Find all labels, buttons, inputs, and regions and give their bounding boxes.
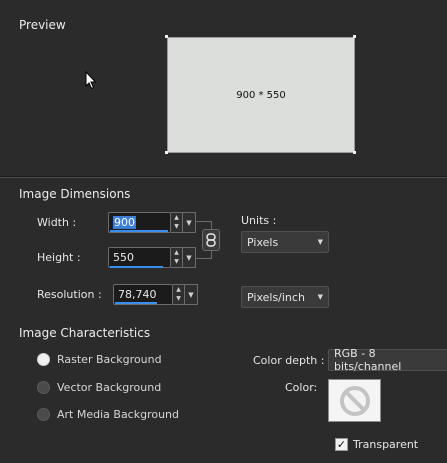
resolution-label: Resolution : — [37, 288, 102, 301]
spin-down-icon[interactable]: ▼ — [176, 296, 181, 302]
transparent-label: Transparent — [353, 438, 419, 451]
height-spinner[interactable]: ▲ ▼ — [171, 247, 183, 268]
spin-up-icon[interactable]: ▲ — [174, 214, 179, 221]
art-media-background-option[interactable]: Art Media Background — [37, 408, 179, 421]
section-divider — [0, 177, 447, 178]
width-label: Width : — [37, 216, 77, 229]
color-depth-label: Color depth : — [253, 354, 325, 367]
width-value: 900 — [113, 216, 136, 229]
preview-title: Preview — [19, 18, 66, 32]
preview-canvas: 900 * 550 — [167, 37, 355, 153]
no-color-icon — [339, 385, 370, 416]
units-label: Units : — [241, 214, 277, 227]
preview-size-text: 900 * 550 — [236, 89, 286, 101]
resolution-units-select[interactable]: Pixels/inch ▼ — [241, 286, 329, 308]
spin-down-icon[interactable]: ▼ — [174, 224, 179, 230]
art-media-background-label: Art Media Background — [57, 408, 180, 421]
chevron-down-icon: ▼ — [317, 238, 323, 246]
resolution-spinner[interactable]: ▲ ▼ — [173, 284, 185, 305]
spin-up-icon[interactable]: ▲ — [176, 286, 181, 293]
mouse-cursor-icon — [85, 71, 97, 90]
preview-corner-handle — [353, 151, 356, 154]
height-label: Height : — [37, 251, 81, 264]
checkmark-icon: ✓ — [336, 438, 347, 451]
raster-background-radio[interactable] — [37, 353, 50, 366]
height-input[interactable]: 550 — [108, 247, 171, 268]
characteristics-title: Image Characteristics — [19, 326, 151, 340]
link-chain-icon — [206, 233, 216, 247]
width-spinner[interactable]: ▲ ▼ — [171, 212, 183, 233]
spin-down-icon[interactable]: ▼ — [174, 259, 179, 265]
vector-background-label: Vector Background — [57, 381, 162, 394]
maintain-ratio-button[interactable] — [202, 229, 220, 251]
resolution-units-value: Pixels/inch — [247, 290, 305, 304]
raster-background-option[interactable]: Raster Background — [37, 353, 162, 366]
resolution-dropdown-button[interactable]: ▼ — [185, 284, 198, 305]
resolution-slider-bar[interactable] — [115, 302, 157, 304]
width-slider-bar[interactable] — [110, 230, 168, 232]
resolution-value: 78,740 — [118, 288, 157, 301]
chevron-down-icon: ▼ — [317, 293, 323, 301]
chevron-down-icon: ▼ — [186, 253, 192, 262]
color-label: Color: — [285, 381, 318, 394]
preview-corner-handle — [165, 35, 168, 38]
width-dropdown-button[interactable]: ▼ — [183, 212, 196, 233]
background-color-swatch[interactable] — [328, 379, 381, 422]
art-media-background-radio[interactable] — [37, 408, 50, 421]
height-value: 550 — [113, 251, 134, 264]
raster-background-label: Raster Background — [57, 353, 162, 366]
preview-corner-handle — [165, 151, 168, 154]
color-depth-select[interactable]: RGB - 8 bits/channel — [328, 347, 447, 373]
spin-up-icon[interactable]: ▲ — [174, 249, 179, 256]
transparent-checkbox[interactable]: ✓ — [335, 438, 348, 451]
units-select[interactable]: Pixels ▼ — [241, 231, 329, 253]
height-slider-bar[interactable] — [110, 266, 163, 268]
units-select-value: Pixels — [247, 235, 279, 249]
height-dropdown-button[interactable]: ▼ — [183, 247, 196, 268]
vector-background-radio[interactable] — [37, 381, 50, 394]
color-depth-value: RGB - 8 bits/channel — [334, 347, 402, 373]
vector-background-option[interactable]: Vector Background — [37, 381, 161, 394]
preview-corner-handle — [353, 35, 356, 38]
chevron-down-icon: ▼ — [188, 290, 194, 299]
dimensions-title: Image Dimensions — [19, 187, 131, 201]
chevron-down-icon: ▼ — [186, 218, 192, 227]
transparent-option[interactable]: ✓ Transparent — [335, 438, 418, 451]
